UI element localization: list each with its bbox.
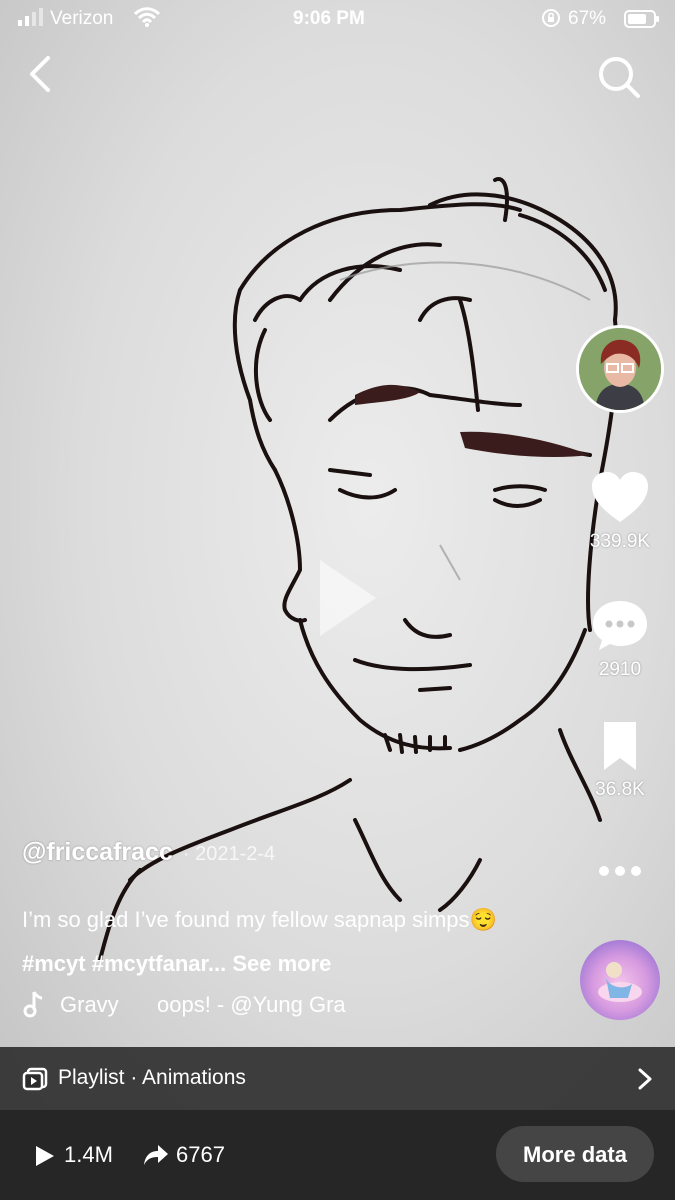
- share-count: 6767: [176, 1142, 225, 1167]
- post-caption: I’m so glad I’ve found my fellow sapnap …: [22, 898, 562, 986]
- creator-username[interactable]: @friccafracc: [22, 838, 173, 866]
- signal-icon: [18, 8, 43, 26]
- save-button[interactable]: 36.8K: [575, 720, 665, 801]
- wifi-icon: [134, 7, 160, 27]
- stats-bar: 1.4M 6767 More data: [0, 1110, 675, 1200]
- share-arrow-icon: [144, 1145, 168, 1165]
- view-count: 1.4M: [64, 1142, 113, 1167]
- views-play-icon: [36, 1146, 54, 1166]
- save-count: 36.8K: [595, 779, 645, 800]
- creator-avatar[interactable]: [576, 325, 664, 413]
- heart-icon: [592, 472, 648, 522]
- more-icon[interactable]: [590, 856, 650, 886]
- sound-disc[interactable]: [580, 940, 660, 1020]
- clock-time: 9:06 PM: [293, 8, 365, 29]
- caption-hashtags[interactable]: #mcyt #mcytfanar...: [22, 951, 226, 976]
- playlist-bar[interactable]: Playlist · Animations: [0, 1047, 675, 1110]
- chevron-right-icon: [638, 1068, 652, 1090]
- music-note-icon: [23, 991, 43, 1018]
- more-data-button[interactable]: More data: [496, 1126, 654, 1182]
- playlist-icon: [22, 1067, 48, 1091]
- back-icon[interactable]: [22, 54, 62, 94]
- sound-disc-art: [598, 962, 642, 1002]
- caption-text: I’m so glad I’ve found my fellow sapnap …: [22, 907, 470, 932]
- like-count: 339.9K: [589, 531, 651, 552]
- see-more-link[interactable]: See more: [232, 951, 331, 976]
- caption-emoji: 😌: [469, 907, 497, 932]
- sound-title-part-a: Gravy: [60, 992, 119, 1017]
- avatar-portrait: [579, 328, 661, 410]
- comment-count: 2910: [598, 659, 642, 680]
- bookmark-icon: [604, 722, 636, 770]
- sound-title-part-b: oops! - @Yung Gra: [157, 992, 346, 1017]
- play-icon[interactable]: [316, 556, 380, 640]
- rotation-lock-icon: [542, 9, 560, 27]
- battery-icon: [624, 10, 659, 28]
- status-bar: Verizon 9:06 PM 67%: [0, 0, 675, 40]
- post-info: @friccafracc · 2021-2-4 I’m so glad I’ve …: [22, 838, 562, 976]
- like-button[interactable]: 339.9K: [575, 470, 665, 553]
- comment-button[interactable]: 2910: [575, 598, 665, 681]
- comment-icon: [593, 601, 647, 650]
- carrier-label: Verizon: [50, 8, 114, 29]
- search-icon[interactable]: [596, 54, 642, 100]
- playlist-label: Playlist · Animations: [58, 1066, 246, 1089]
- battery-percent: 67%: [568, 8, 607, 29]
- post-date: · 2021-2-4: [182, 843, 276, 865]
- sound-row[interactable]: Gravy oops! - @Yung Gra: [22, 990, 382, 1020]
